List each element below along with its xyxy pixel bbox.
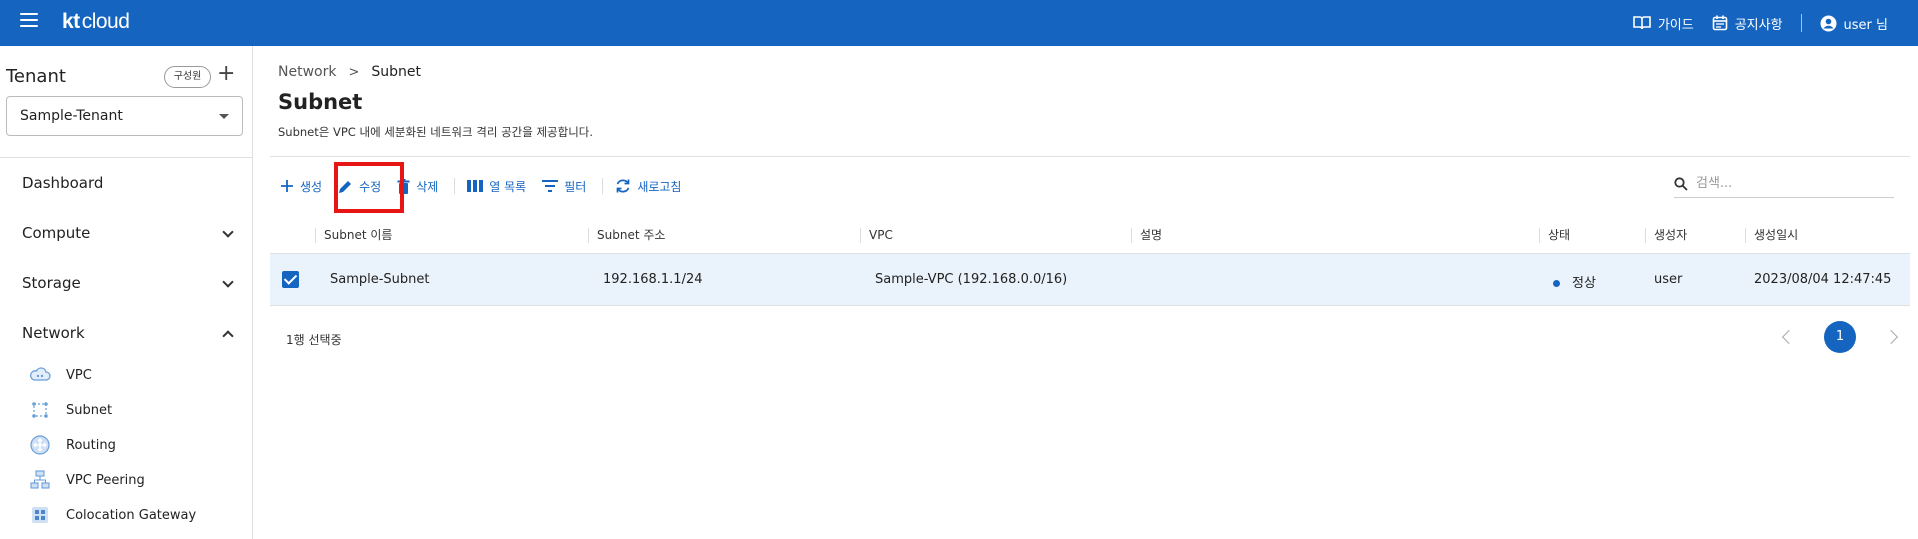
column-header-subnet-name[interactable]: Subnet 이름 [315, 228, 392, 243]
column-header-description[interactable]: 설명 [1131, 228, 1162, 243]
chevron-up-icon [222, 330, 234, 342]
main-content: Network > Subnet Subnet Subnet은 VPC 내에 세… [254, 46, 1918, 539]
row-checkbox[interactable] [282, 271, 299, 288]
cell-subnet-address: 192.168.1.1/24 [603, 272, 703, 287]
tenant-select-value: Sample-Tenant [20, 108, 123, 124]
breadcrumb-separator: > [348, 64, 360, 80]
top-bar: ktcloud 가이드 공지사항 user 님 [0, 0, 1918, 46]
status-text: 정상 [1572, 276, 1596, 291]
top-divider [1800, 14, 1802, 32]
status-dot-icon [1553, 280, 1560, 287]
chevron-right-icon[interactable] [1883, 329, 1899, 345]
sidebar-item-subnet[interactable]: Subnet [29, 401, 112, 419]
book-icon [1633, 16, 1651, 30]
column-header-vpc[interactable]: VPC [860, 228, 893, 243]
page-description: Subnet은 VPC 내에 세분화된 네트워크 격리 공간을 제공합니다. [278, 125, 594, 139]
breadcrumb-network[interactable]: Network [278, 64, 336, 80]
kt-cloud-logo[interactable]: ktcloud [62, 9, 130, 34]
toolbar-divider [454, 178, 456, 194]
table-header: Subnet 이름 Subnet 주소 VPC 설명 상태 생성자 생성일시 [270, 216, 1910, 254]
plus-icon [281, 180, 293, 192]
guide-link[interactable]: 가이드 [1633, 14, 1694, 33]
table-footer: 1행 선택중 1 [270, 314, 1910, 362]
filter-icon [542, 180, 559, 192]
refresh-icon [616, 179, 630, 193]
tenant-title: Tenant [6, 66, 66, 87]
member-button[interactable]: 구성원 [164, 66, 211, 88]
notice-link[interactable]: 공지사항 [1712, 14, 1783, 33]
column-header-subnet-address[interactable]: Subnet 주소 [588, 228, 665, 243]
sidebar-item-routing[interactable]: Routing [29, 435, 116, 455]
cell-subnet-name: Sample-Subnet [330, 272, 430, 287]
add-tenant-icon[interactable]: + [217, 61, 235, 86]
chevron-down-icon [222, 276, 234, 288]
nav-item-storage[interactable]: Storage [22, 274, 234, 292]
chevron-down-icon [222, 226, 234, 238]
cloud-icon [29, 366, 51, 384]
gateway-icon [29, 506, 51, 524]
column-header-created-at[interactable]: 생성일시 [1745, 228, 1798, 243]
refresh-button[interactable]: 새로고침 [615, 178, 681, 195]
routing-icon [29, 435, 51, 455]
sidebar-divider [0, 157, 253, 158]
top-right-menu: 가이드 공지사항 user 님 [1615, 0, 1888, 46]
subnet-icon [29, 401, 51, 419]
selection-count: 1행 선택중 [286, 333, 342, 347]
nav-item-dashboard[interactable]: Dashboard [22, 174, 232, 192]
column-header-status[interactable]: 상태 [1539, 228, 1570, 243]
nav-item-network[interactable]: Network [22, 324, 234, 342]
tenant-select[interactable]: Sample-Tenant [6, 96, 243, 136]
cell-vpc: Sample-VPC (192.168.0.0/16) [875, 272, 1068, 287]
peering-icon [29, 470, 51, 489]
toolbar-divider [602, 178, 604, 194]
search-input[interactable] [1696, 176, 1876, 191]
sidebar: Tenant 구성원 + Sample-Tenant Dashboard Com… [0, 46, 253, 539]
cell-status: 정상 [1553, 272, 1596, 291]
edit-button-highlight [334, 162, 404, 213]
user-menu[interactable]: user 님 [1820, 14, 1888, 33]
account-circle-icon [1820, 15, 1837, 31]
breadcrumb: Network > Subnet [278, 64, 421, 80]
caret-down-icon [219, 114, 229, 119]
create-button[interactable]: 생성 [280, 178, 322, 195]
chevron-left-icon[interactable] [1781, 329, 1797, 345]
page-button-1[interactable]: 1 [1824, 321, 1856, 353]
column-header-creator[interactable]: 생성자 [1645, 228, 1687, 243]
content-divider [270, 156, 1910, 157]
calendar-icon [1712, 15, 1728, 31]
page-title: Subnet [278, 90, 363, 114]
pagination: 1 [1781, 321, 1899, 353]
subnet-table: Subnet 이름 Subnet 주소 VPC 설명 상태 생성자 생성일시 S… [270, 216, 1910, 306]
sidebar-item-vpc[interactable]: VPC [29, 366, 92, 384]
cell-created-at: 2023/08/04 12:47:45 [1754, 272, 1892, 287]
columns-button[interactable]: 열 목록 [467, 178, 526, 195]
filter-button[interactable]: 필터 [542, 178, 586, 195]
search-icon [1674, 176, 1688, 191]
view-column-icon [467, 180, 484, 192]
sidebar-item-vpc-peering[interactable]: VPC Peering [29, 470, 145, 489]
sidebar-item-colocation-gateway[interactable]: Colocation Gateway [29, 506, 196, 524]
nav-item-compute[interactable]: Compute [22, 224, 234, 242]
breadcrumb-current: Subnet [371, 64, 421, 80]
cell-creator: user [1654, 272, 1683, 287]
search-box[interactable] [1674, 170, 1894, 198]
table-row[interactable]: Sample-Subnet 192.168.1.1/24 Sample-VPC … [270, 254, 1910, 306]
hamburger-menu-icon[interactable] [20, 13, 38, 27]
